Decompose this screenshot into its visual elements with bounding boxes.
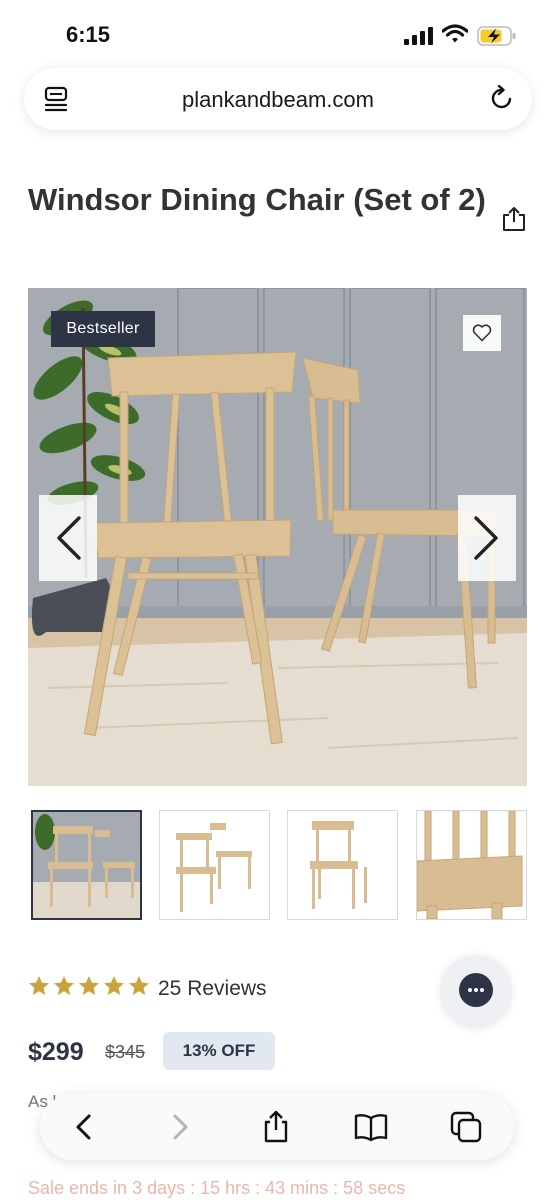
status-bar: 6:15 (0, 0, 555, 62)
share-sheet-icon[interactable] (258, 1109, 294, 1145)
star-icon (104, 976, 124, 995)
tabs-icon[interactable] (448, 1109, 484, 1145)
bookmarks-icon[interactable] (353, 1109, 389, 1145)
star-icon (54, 976, 74, 995)
browser-toolbar (40, 1094, 514, 1160)
heart-icon (472, 324, 492, 342)
thumbnail-strip (31, 810, 527, 920)
image-next-button[interactable] (458, 495, 516, 581)
address-bar[interactable]: plankandbeam.com (24, 68, 532, 130)
reload-icon[interactable] (490, 85, 514, 111)
bestseller-badge: Bestseller (51, 311, 155, 347)
thumbnail-2[interactable] (159, 810, 270, 920)
rating-stars[interactable] (28, 975, 150, 997)
thumbnail-3[interactable] (287, 810, 398, 920)
chat-button[interactable] (441, 955, 511, 1025)
reviews-link[interactable]: 25 Reviews (158, 977, 267, 1001)
star-icon (129, 976, 149, 995)
star-icon (29, 976, 49, 995)
sale-countdown: Sale ends in 3 days : 15 hrs : 43 mins :… (28, 1178, 406, 1198)
thumbnail-4[interactable] (416, 810, 527, 920)
signal-icon (404, 27, 433, 45)
wifi-icon (442, 24, 468, 43)
star-icon (79, 976, 99, 995)
image-prev-button[interactable] (39, 495, 97, 581)
forward-icon[interactable] (162, 1109, 198, 1145)
discount-badge: 13% OFF (163, 1032, 275, 1070)
battery-icon (477, 26, 516, 46)
url-text[interactable]: plankandbeam.com (24, 87, 532, 113)
chevron-left-icon (57, 516, 81, 560)
status-time: 6:15 (66, 22, 111, 47)
original-price: $345 (105, 1042, 146, 1062)
favorite-button[interactable] (463, 315, 501, 351)
chevron-right-icon (474, 516, 498, 560)
share-icon[interactable] (500, 205, 528, 233)
chat-icon (459, 973, 493, 1007)
back-icon[interactable] (66, 1109, 102, 1145)
thumbnail-1[interactable] (31, 810, 142, 920)
product-title: Windsor Dining Chair (Set of 2) (28, 182, 486, 217)
product-image[interactable] (28, 288, 527, 786)
sale-price: $299 (28, 1038, 84, 1066)
